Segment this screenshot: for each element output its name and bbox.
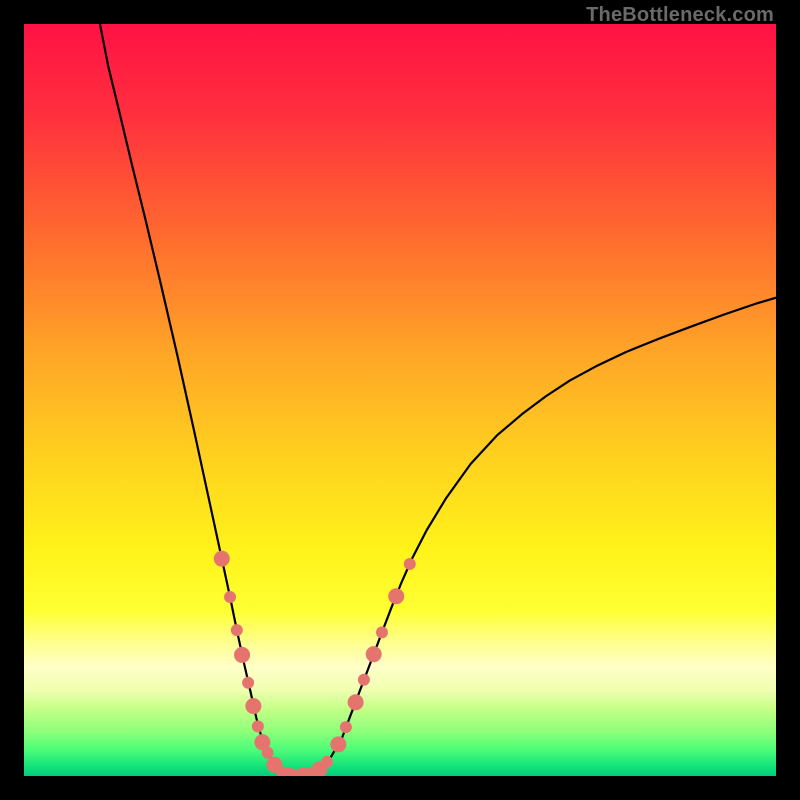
- data-marker: [224, 591, 236, 603]
- data-marker: [234, 647, 250, 663]
- data-marker: [321, 756, 333, 768]
- data-marker: [348, 694, 364, 710]
- data-marker: [242, 677, 254, 689]
- data-marker: [388, 588, 404, 604]
- chart-curve-layer: [24, 24, 776, 776]
- data-marker: [262, 747, 274, 759]
- data-marker: [252, 720, 264, 732]
- data-marker: [358, 674, 370, 686]
- plot-area: [24, 24, 776, 776]
- data-marker: [366, 646, 382, 662]
- bottleneck-curve: [100, 24, 776, 776]
- chart-stage: TheBottleneck.com: [0, 0, 800, 800]
- data-marker: [231, 624, 243, 636]
- data-marker: [404, 558, 416, 570]
- data-marker: [245, 698, 261, 714]
- data-marker: [214, 551, 230, 567]
- data-marker: [340, 721, 352, 733]
- data-marker: [376, 626, 388, 638]
- data-marker: [330, 736, 346, 752]
